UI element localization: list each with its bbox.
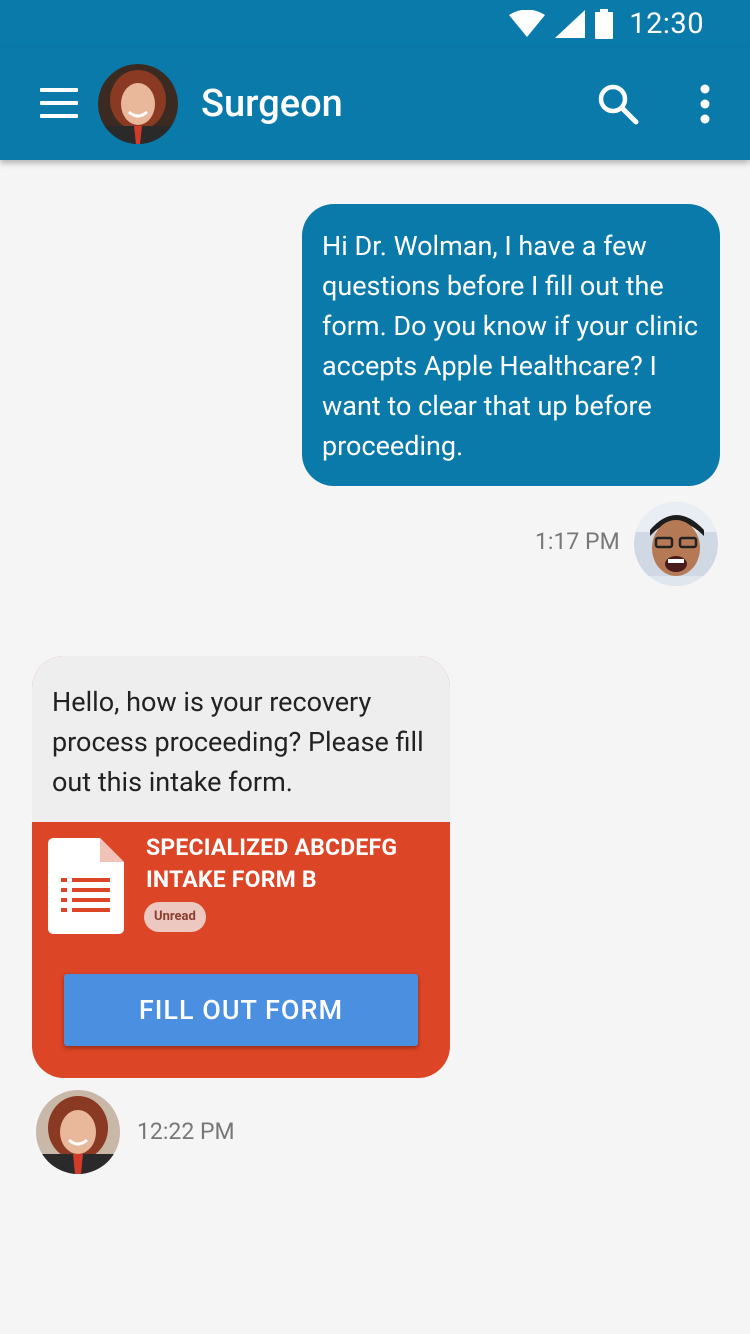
status-time: 12:30 xyxy=(629,7,704,41)
form-message-card: Hello, how is your recovery process proc… xyxy=(32,656,450,1078)
app-bar: Surgeon xyxy=(0,48,750,160)
wifi-icon xyxy=(509,10,546,37)
surgeon-avatar[interactable] xyxy=(98,64,178,144)
fill-out-form-button[interactable]: FILL OUT FORM xyxy=(64,974,418,1046)
page-title: Surgeon xyxy=(201,82,343,126)
chat-thread[interactable]: Hi Dr. Wolman, I have a few questions be… xyxy=(0,160,750,1334)
status-badge: Unread xyxy=(144,902,206,932)
form-title[interactable]: SPECIALIZED ABCDEFG INTAKE FORM B xyxy=(146,832,436,896)
battery-icon xyxy=(595,9,614,39)
user-avatar[interactable] xyxy=(634,502,718,586)
more-vert-icon[interactable] xyxy=(690,82,720,126)
status-icons: 12:30 xyxy=(509,7,704,41)
status-bar: 12:30 xyxy=(0,0,750,48)
outgoing-timestamp: 1:17 PM xyxy=(535,528,620,555)
search-icon[interactable] xyxy=(596,82,640,126)
incoming-message[interactable]: Hello, how is your recovery process proc… xyxy=(32,656,450,822)
signal-icon xyxy=(555,10,586,38)
incoming-timestamp: 12:22 PM xyxy=(137,1118,235,1145)
outgoing-message[interactable]: Hi Dr. Wolman, I have a few questions be… xyxy=(302,204,720,486)
surgeon-message-avatar[interactable] xyxy=(36,1090,120,1174)
menu-icon[interactable] xyxy=(40,88,78,118)
document-icon xyxy=(48,838,124,934)
